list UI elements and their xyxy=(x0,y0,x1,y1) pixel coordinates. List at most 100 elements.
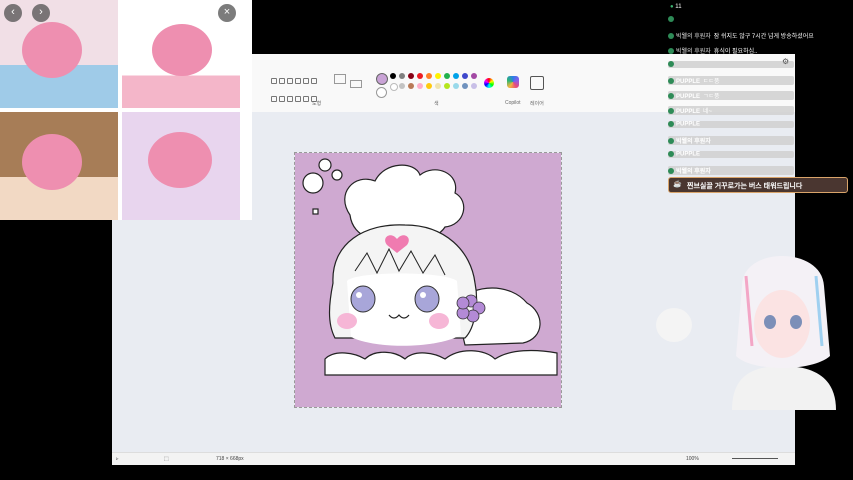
close-button[interactable]: × xyxy=(218,4,236,22)
chat-username: 빅웰의 후원자 xyxy=(676,169,711,175)
viewer-count: ● 11 xyxy=(670,4,682,10)
color-swatch[interactable] xyxy=(426,83,432,89)
chat-message: 빅웰의 후원자 xyxy=(668,166,794,175)
chat-message: PUPPLE 네~ xyxy=(668,106,794,115)
chat-username: PUPPLE xyxy=(676,109,701,115)
color-swatch[interactable] xyxy=(399,83,405,89)
prev-image-button[interactable]: ‹ xyxy=(4,4,22,22)
chat-message: PUPPLE xyxy=(668,121,794,128)
chat-text: ㄷㄷ풍 xyxy=(703,79,720,85)
user-badge-icon xyxy=(668,93,674,100)
color-swatch[interactable] xyxy=(390,83,398,91)
chat-message: PUPPLE ㄱㄷ풍 xyxy=(668,91,794,100)
chat-username: 빅웰의 후원자 xyxy=(676,139,711,145)
color-swatch[interactable] xyxy=(399,73,405,79)
color-swatch[interactable] xyxy=(408,73,414,79)
chat-settings-icon[interactable]: ⚙ xyxy=(782,57,789,66)
chat-username: PUPPLE xyxy=(676,79,701,85)
left-blush xyxy=(337,313,357,329)
selected-color-primary[interactable] xyxy=(376,73,388,85)
copilot-label: Copilot xyxy=(505,100,521,106)
color-swatch[interactable] xyxy=(462,73,468,79)
user-badge-icon xyxy=(668,48,674,55)
color-swatch[interactable] xyxy=(462,83,468,89)
chat-message: 빅웰의 후원자 잠 쉬지도 않구 7시간 넘게 방송하셨어요 xyxy=(668,31,814,40)
user-badge-icon xyxy=(668,16,674,22)
reference-image-4[interactable] xyxy=(122,112,240,220)
outline-tool[interactable] xyxy=(334,74,346,84)
user-badge-icon xyxy=(668,61,674,67)
pinned-notice: ☕ 찐브실끌 거꾸로가는 버스 태워드립니다 xyxy=(668,177,848,193)
chat-message: PUPPLE ㄷㄷ풍 xyxy=(668,76,794,85)
chat-message xyxy=(668,61,794,68)
left-eye-glint xyxy=(356,292,362,298)
chat-message: 빅웰의 후원자 휴식이 필요하심.. xyxy=(668,46,757,55)
color-swatch[interactable] xyxy=(453,73,459,79)
right-eye xyxy=(414,285,440,313)
color-swatch[interactable] xyxy=(444,73,450,79)
chat-username: 빅웰의 후원자 xyxy=(676,49,711,55)
chat-username: 빅웰의 후원자 xyxy=(676,34,711,40)
color-swatch[interactable] xyxy=(453,83,459,89)
selection-icon: ⬚ xyxy=(164,456,169,462)
canvas-size-text: 718 × 668px xyxy=(216,456,244,462)
color-swatch[interactable] xyxy=(471,73,477,79)
user-badge-icon xyxy=(668,108,674,115)
user-badge-icon xyxy=(668,33,674,40)
color-swatch[interactable] xyxy=(417,83,423,89)
user-badge-icon xyxy=(668,168,674,175)
character-pink-hair xyxy=(148,132,212,188)
color-palette[interactable] xyxy=(390,73,480,97)
layers-label: 레이어 xyxy=(530,101,544,107)
chat-overlay: ● 11 빅웰의 후원자 잠 쉬지도 않구 7시간 넘게 방송하셨어요 빅웰의 후원… xyxy=(666,0,853,195)
viewer-count-value: 11 xyxy=(675,4,682,10)
color-swatch[interactable] xyxy=(435,83,441,89)
chat-text: 휴식이 필요하심.. xyxy=(713,49,758,55)
selected-color-secondary[interactable] xyxy=(376,87,387,98)
right-blush xyxy=(429,313,449,329)
fill-tool[interactable] xyxy=(350,80,362,88)
status-bar: ▹ ⬚ 718 × 668px 100% xyxy=(112,452,795,465)
vtuber-avatar xyxy=(712,236,853,410)
next-image-button[interactable]: › xyxy=(32,4,50,22)
color-picker-icon[interactable] xyxy=(484,78,494,88)
left-eye xyxy=(350,285,376,313)
color-swatch[interactable] xyxy=(408,83,414,89)
chat-username: PUPPLE xyxy=(676,94,701,100)
user-badge-icon xyxy=(668,121,674,127)
user-badge-icon xyxy=(668,78,674,85)
right-eye-glint xyxy=(420,292,426,298)
small-mascot xyxy=(656,308,692,342)
chat-username: PUPPLE xyxy=(676,151,701,158)
drawing-canvas[interactable] xyxy=(294,152,562,408)
chat-username: PUPPLE xyxy=(676,121,701,128)
notice-icon: ☕ xyxy=(673,181,682,188)
color-swatch[interactable] xyxy=(417,73,423,79)
reference-image-3[interactable] xyxy=(0,112,118,220)
zoom-dropdown[interactable]: 100% xyxy=(686,456,699,462)
chat-text: 네~ xyxy=(703,109,713,115)
color-swatch[interactable] xyxy=(435,73,441,79)
character-pink-hair xyxy=(22,134,82,190)
chat-text: ㄱㄷ풍 xyxy=(703,94,720,100)
color-swatch[interactable] xyxy=(471,83,477,89)
user-badge-icon xyxy=(668,138,674,145)
color-swatch[interactable] xyxy=(444,83,450,89)
reference-image-panel: ‹ › × xyxy=(0,0,252,220)
pointer-icon: ▹ xyxy=(116,456,119,462)
user-badge-icon xyxy=(668,151,674,157)
zoom-slider[interactable] xyxy=(732,458,778,459)
character-pink-hair xyxy=(22,22,82,78)
color-swatch[interactable] xyxy=(390,73,396,79)
copilot-icon[interactable] xyxy=(507,76,519,88)
chibi-drawing xyxy=(295,153,561,407)
chat-text: 잠 쉬지도 않구 7시간 넘게 방송하셨어요 xyxy=(713,34,814,40)
pinned-notice-text: 찐브실끌 거꾸로가는 버스 태워드립니다 xyxy=(687,183,803,190)
character-pink-hair xyxy=(152,24,212,76)
chat-message: 빅웰의 후원자 xyxy=(668,136,794,145)
layers-icon[interactable] xyxy=(530,76,544,90)
colors-group-label: 색 xyxy=(434,101,439,107)
color-swatch[interactable] xyxy=(426,73,432,79)
chat-message: PUPPLE xyxy=(668,151,794,158)
viewer-icon: ● xyxy=(670,4,674,10)
